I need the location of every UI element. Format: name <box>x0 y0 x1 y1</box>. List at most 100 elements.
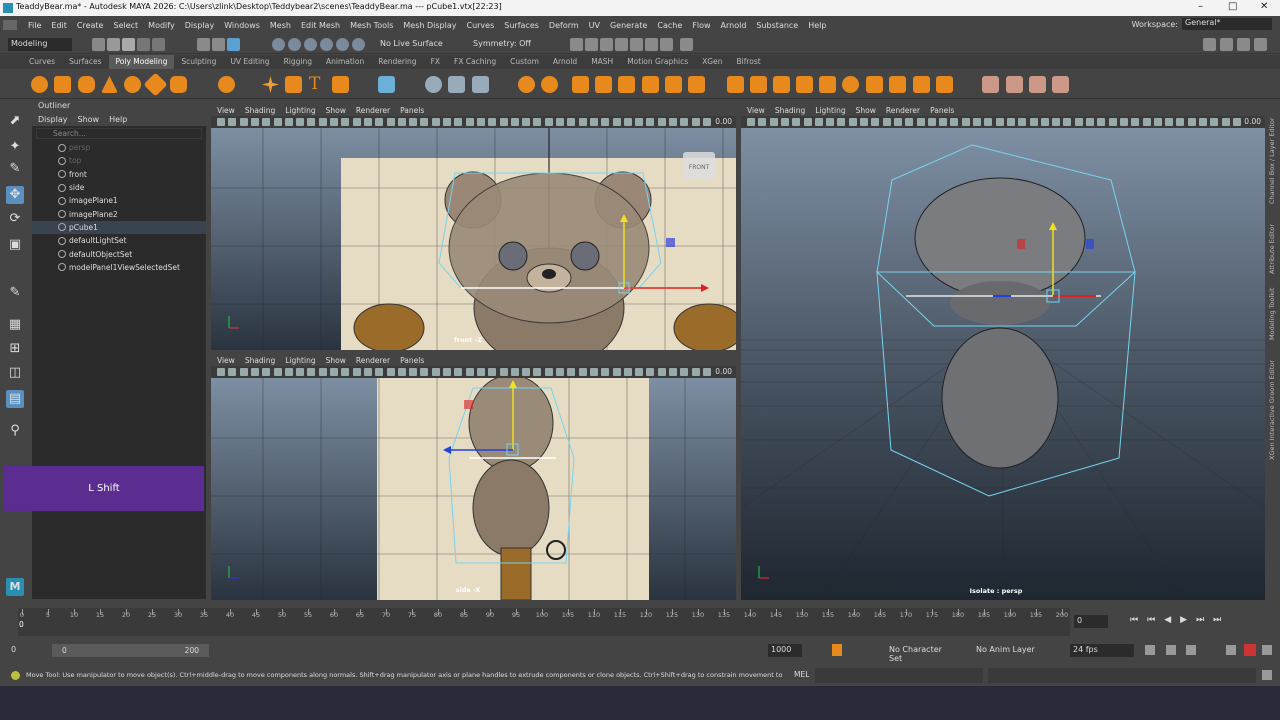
last-tool-icon[interactable]: ✎ <box>6 284 24 302</box>
select-object-icon[interactable] <box>212 38 225 51</box>
viewport-tool-icon[interactable] <box>556 118 564 126</box>
shelf-tab-poly-modeling[interactable]: Poly Modeling <box>108 55 175 69</box>
dynamics-icon[interactable] <box>1226 645 1236 655</box>
shelf-tab-rigging[interactable]: Rigging <box>277 55 319 69</box>
sweep-mesh-icon[interactable] <box>285 76 302 93</box>
snap-grid-icon[interactable] <box>272 38 285 51</box>
menu-toggle-icon[interactable] <box>3 20 17 30</box>
render-frame-icon[interactable] <box>585 38 598 51</box>
maximize-icon[interactable]: □ <box>1228 1 1237 12</box>
viewport-menu-show[interactable]: Show <box>326 106 346 115</box>
workspace-dropdown[interactable]: General* <box>1182 18 1272 30</box>
snap-curve-icon[interactable] <box>288 38 301 51</box>
viewport-tool-icon[interactable] <box>217 368 225 376</box>
viewport-tool-icon[interactable] <box>476 368 485 376</box>
poly-disc-icon[interactable] <box>170 76 187 93</box>
snap-point-icon[interactable] <box>304 38 317 51</box>
side-view-canvas[interactable]: side -X <box>211 378 736 600</box>
arnold-ipr-icon[interactable] <box>660 38 673 51</box>
outliner-menu-show[interactable]: Show <box>78 115 100 124</box>
viewport-tool-icon[interactable] <box>273 368 282 376</box>
shelf-tab-motion-graphics[interactable]: Motion Graphics <box>620 55 695 69</box>
script-editor-icon[interactable] <box>1262 670 1272 680</box>
viewport-tool-icon[interactable] <box>296 118 305 126</box>
viewport-menu-shading[interactable]: Shading <box>775 106 805 115</box>
range-bar[interactable]: 0 200 <box>52 644 209 657</box>
viewport-menu-view[interactable]: View <box>217 356 235 365</box>
outliner-item[interactable]: persp <box>32 141 206 154</box>
viewport-tool-icon[interactable] <box>995 118 1004 126</box>
viewport-tool-icon[interactable] <box>769 118 778 126</box>
viewport-tool-icon[interactable] <box>1176 118 1185 126</box>
scale-tool-icon[interactable]: ▣ <box>6 236 24 254</box>
viewport-tool-icon[interactable] <box>657 118 666 126</box>
menu-help[interactable]: Help <box>803 21 831 30</box>
viewport-tool-icon[interactable] <box>612 118 621 126</box>
boolean-icon[interactable] <box>518 76 535 93</box>
viewport-tool-icon[interactable] <box>544 118 553 126</box>
viewport-tool-icon[interactable] <box>635 368 644 376</box>
viewport-tool-icon[interactable] <box>680 118 689 126</box>
viewport-tool-icon[interactable] <box>623 118 632 126</box>
go-to-end-icon[interactable]: ⏭ <box>1213 615 1230 625</box>
select-hierarchy-icon[interactable] <box>197 38 210 51</box>
viewport-tool-icon[interactable] <box>814 118 823 126</box>
redo-icon[interactable] <box>152 38 165 51</box>
viewport-tool-icon[interactable] <box>250 118 259 126</box>
channel-box-tab[interactable]: Channel Box / Layer Editor <box>1268 117 1276 204</box>
viewport-menu-show[interactable]: Show <box>326 356 346 365</box>
viewport-tool-icon[interactable] <box>1052 118 1061 126</box>
modeling-toolkit-tab[interactable]: Modeling Toolkit <box>1268 288 1276 340</box>
extrude-icon[interactable] <box>572 76 589 93</box>
shelf-tab-fx-caching[interactable]: FX Caching <box>447 55 503 69</box>
viewport-tool-icon[interactable] <box>217 118 225 126</box>
viewport-tool-icon[interactable] <box>375 368 384 376</box>
viewport-menu-view[interactable]: View <box>217 106 235 115</box>
shelf-tab-animation[interactable]: Animation <box>319 55 371 69</box>
cached-playback-icon[interactable] <box>1244 644 1256 656</box>
collapse-icon[interactable] <box>796 76 813 93</box>
duplicate-face-icon[interactable] <box>889 76 906 93</box>
step-back-key-icon[interactable]: ⏮ <box>1147 615 1164 625</box>
viewport-tool-icon[interactable] <box>262 368 271 376</box>
viewport-tool-icon[interactable] <box>1210 118 1219 126</box>
viewport-tool-icon[interactable] <box>465 368 474 376</box>
viewport-tool-icon[interactable] <box>544 368 553 376</box>
viewport-tool-icon[interactable] <box>848 118 857 126</box>
menu-display[interactable]: Display <box>180 21 220 30</box>
playback-controls[interactable]: ⏮⏮◀▶⏭⏭ <box>1130 615 1230 625</box>
shelf-tab-curves[interactable]: Curves <box>22 55 62 69</box>
viewport-num-persp[interactable]: 0.00 <box>1244 117 1261 126</box>
viewport-tool-icon[interactable] <box>601 118 610 126</box>
viewport-tool-icon[interactable] <box>386 118 395 126</box>
viewport-menu-lighting[interactable]: Lighting <box>285 356 315 365</box>
menu-uv[interactable]: UV <box>584 21 605 30</box>
viewport-tool-icon[interactable] <box>792 118 801 126</box>
poly-torus-icon[interactable] <box>124 76 141 93</box>
viewport-tool-icon[interactable] <box>363 368 372 376</box>
viewport-tool-icon[interactable] <box>803 118 812 126</box>
menu-cache[interactable]: Cache <box>652 21 687 30</box>
viewport-tool-icon[interactable] <box>420 368 429 376</box>
range-end-field[interactable]: 1000 <box>768 644 802 657</box>
viewport-tool-icon[interactable] <box>1108 118 1117 126</box>
viewport-tool-icon[interactable] <box>1018 118 1027 126</box>
reduce-icon[interactable] <box>936 76 953 93</box>
viewport-tool-icon[interactable] <box>352 118 361 126</box>
viewport-tool-icon[interactable] <box>1142 118 1151 126</box>
target-weld-icon[interactable] <box>727 76 744 93</box>
viewport-tool-icon[interactable] <box>533 368 542 376</box>
viewport-tool-icon[interactable] <box>318 118 327 126</box>
snap-surface-icon[interactable] <box>336 38 349 51</box>
outliner-item[interactable]: pCube1 <box>32 220 206 235</box>
hypershade-icon[interactable] <box>630 38 643 51</box>
menu-deform[interactable]: Deform <box>544 21 584 30</box>
viewport-tool-icon[interactable] <box>1119 118 1128 126</box>
viewport-tool-icon[interactable] <box>352 368 361 376</box>
history-icon[interactable] <box>1052 76 1069 93</box>
viewport-tool-icon[interactable] <box>747 118 755 126</box>
outliner-item[interactable]: side <box>32 181 206 194</box>
viewport-num-side[interactable]: 0.00 <box>715 367 732 376</box>
paint-select-icon[interactable]: ✎ <box>6 160 24 178</box>
viewport-tool-icon[interactable] <box>1199 118 1207 126</box>
